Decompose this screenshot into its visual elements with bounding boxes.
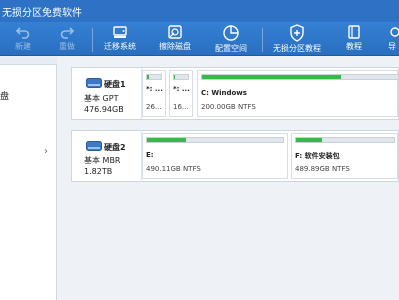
disk-type: 基本 GPT [84, 94, 119, 103]
migrate-system-icon [113, 26, 127, 38]
disk-size: 476.94GB [84, 105, 124, 114]
migrate-system-button[interactable]: 迁移系统 [98, 22, 142, 56]
disk-name: 硬盘1 [104, 80, 126, 89]
hard-disk-icon [86, 141, 102, 151]
wipe-disk-label: 擦除磁盘 [159, 42, 191, 51]
more-button[interactable]: 导 [385, 22, 399, 56]
redo-icon [60, 27, 75, 39]
usage-fill [147, 75, 149, 79]
wipe-disk-button[interactable]: 擦除磁盘 [154, 22, 196, 56]
sidebar-item-disk[interactable]: 盘 [0, 89, 9, 102]
disk-info: 硬盘1 基本 GPT 476.94GB [72, 68, 142, 119]
disk-type: 基本 MBR [84, 156, 121, 165]
sidebar: 盘 › [0, 57, 57, 300]
partition[interactable]: *: ... 16... [169, 70, 193, 117]
toolbar-separator [262, 28, 263, 52]
allocate-space-button[interactable]: 配置空间 [210, 22, 252, 56]
toolbar-separator [92, 28, 93, 52]
usage-bar [173, 74, 189, 80]
disk-size: 1.82TB [84, 167, 113, 176]
disk-map: 硬盘1 基本 GPT 476.94GB *: ... 26... *: ... … [57, 57, 399, 300]
redo-button[interactable]: 重做 [52, 22, 82, 56]
partition[interactable]: *: ... 26... [142, 70, 166, 117]
undo-label: 新建 [15, 42, 31, 51]
allocate-space-icon [223, 25, 239, 41]
partition-info: 26... [146, 103, 162, 111]
partition[interactable]: E: 490.11GB NTFS [142, 133, 288, 179]
window-title: 无损分区免费软件 [2, 8, 82, 19]
partition-name: *: ... [146, 85, 163, 93]
window-title-bar: 无损分区免费软件 [0, 0, 399, 22]
more-label: 导 [388, 42, 396, 51]
usage-bar [201, 74, 399, 80]
usage-bar [146, 74, 162, 80]
partition-info: 490.11GB NTFS [146, 165, 201, 173]
usage-fill [296, 138, 323, 142]
partition[interactable]: F: 软件安装包 489.89GB NTFS [291, 133, 398, 179]
more-icon [390, 27, 399, 37]
partition[interactable]: C: Windows 200.00GB NTFS [197, 70, 399, 117]
usage-bar [295, 137, 395, 143]
partition-info: 489.89GB NTFS [295, 165, 350, 173]
tutorial-button[interactable]: 无损分区教程 [266, 22, 328, 56]
partition-name: *: ... [173, 85, 190, 93]
hard-disk-icon [86, 78, 102, 88]
usage-fill [174, 75, 176, 79]
sidebar-chevron-icon[interactable]: › [44, 146, 48, 157]
book-icon [348, 25, 360, 39]
partition-name: C: Windows [201, 89, 247, 97]
undo-button[interactable]: 新建 [8, 22, 38, 56]
usage-fill [147, 138, 187, 142]
sidebar-header [0, 57, 57, 65]
wipe-disk-icon [168, 25, 182, 39]
usage-bar [146, 137, 284, 143]
migrate-system-label: 迁移系统 [104, 42, 136, 51]
disk-info: 硬盘2 基本 MBR 1.82TB [72, 131, 142, 181]
disk-name: 硬盘2 [104, 143, 126, 152]
shield-plus-icon [290, 24, 304, 42]
allocate-space-label: 配置空间 [215, 44, 247, 53]
disk-card-2[interactable]: 硬盘2 基本 MBR 1.82TB E: 490.11GB NTFS F: 软件… [71, 130, 399, 182]
guide-label: 教程 [346, 42, 362, 51]
tutorial-label: 无损分区教程 [273, 44, 321, 53]
toolbar: 新建 重做 迁移系统 擦除磁盘 配置空间 无损分区教程 教程 导 [0, 22, 399, 56]
undo-icon [15, 27, 30, 39]
disk-card-1[interactable]: 硬盘1 基本 GPT 476.94GB *: ... 26... *: ... … [71, 67, 399, 120]
usage-fill [202, 75, 342, 79]
partition-info: 16... [173, 103, 189, 111]
partition-info: 200.00GB NTFS [201, 103, 256, 111]
sidebar-item-label: 盘 [0, 92, 10, 102]
redo-label: 重做 [59, 42, 75, 51]
partition-name: E: [146, 151, 154, 159]
guide-button[interactable]: 教程 [340, 22, 368, 56]
partition-name: F: 软件安装包 [295, 152, 340, 160]
